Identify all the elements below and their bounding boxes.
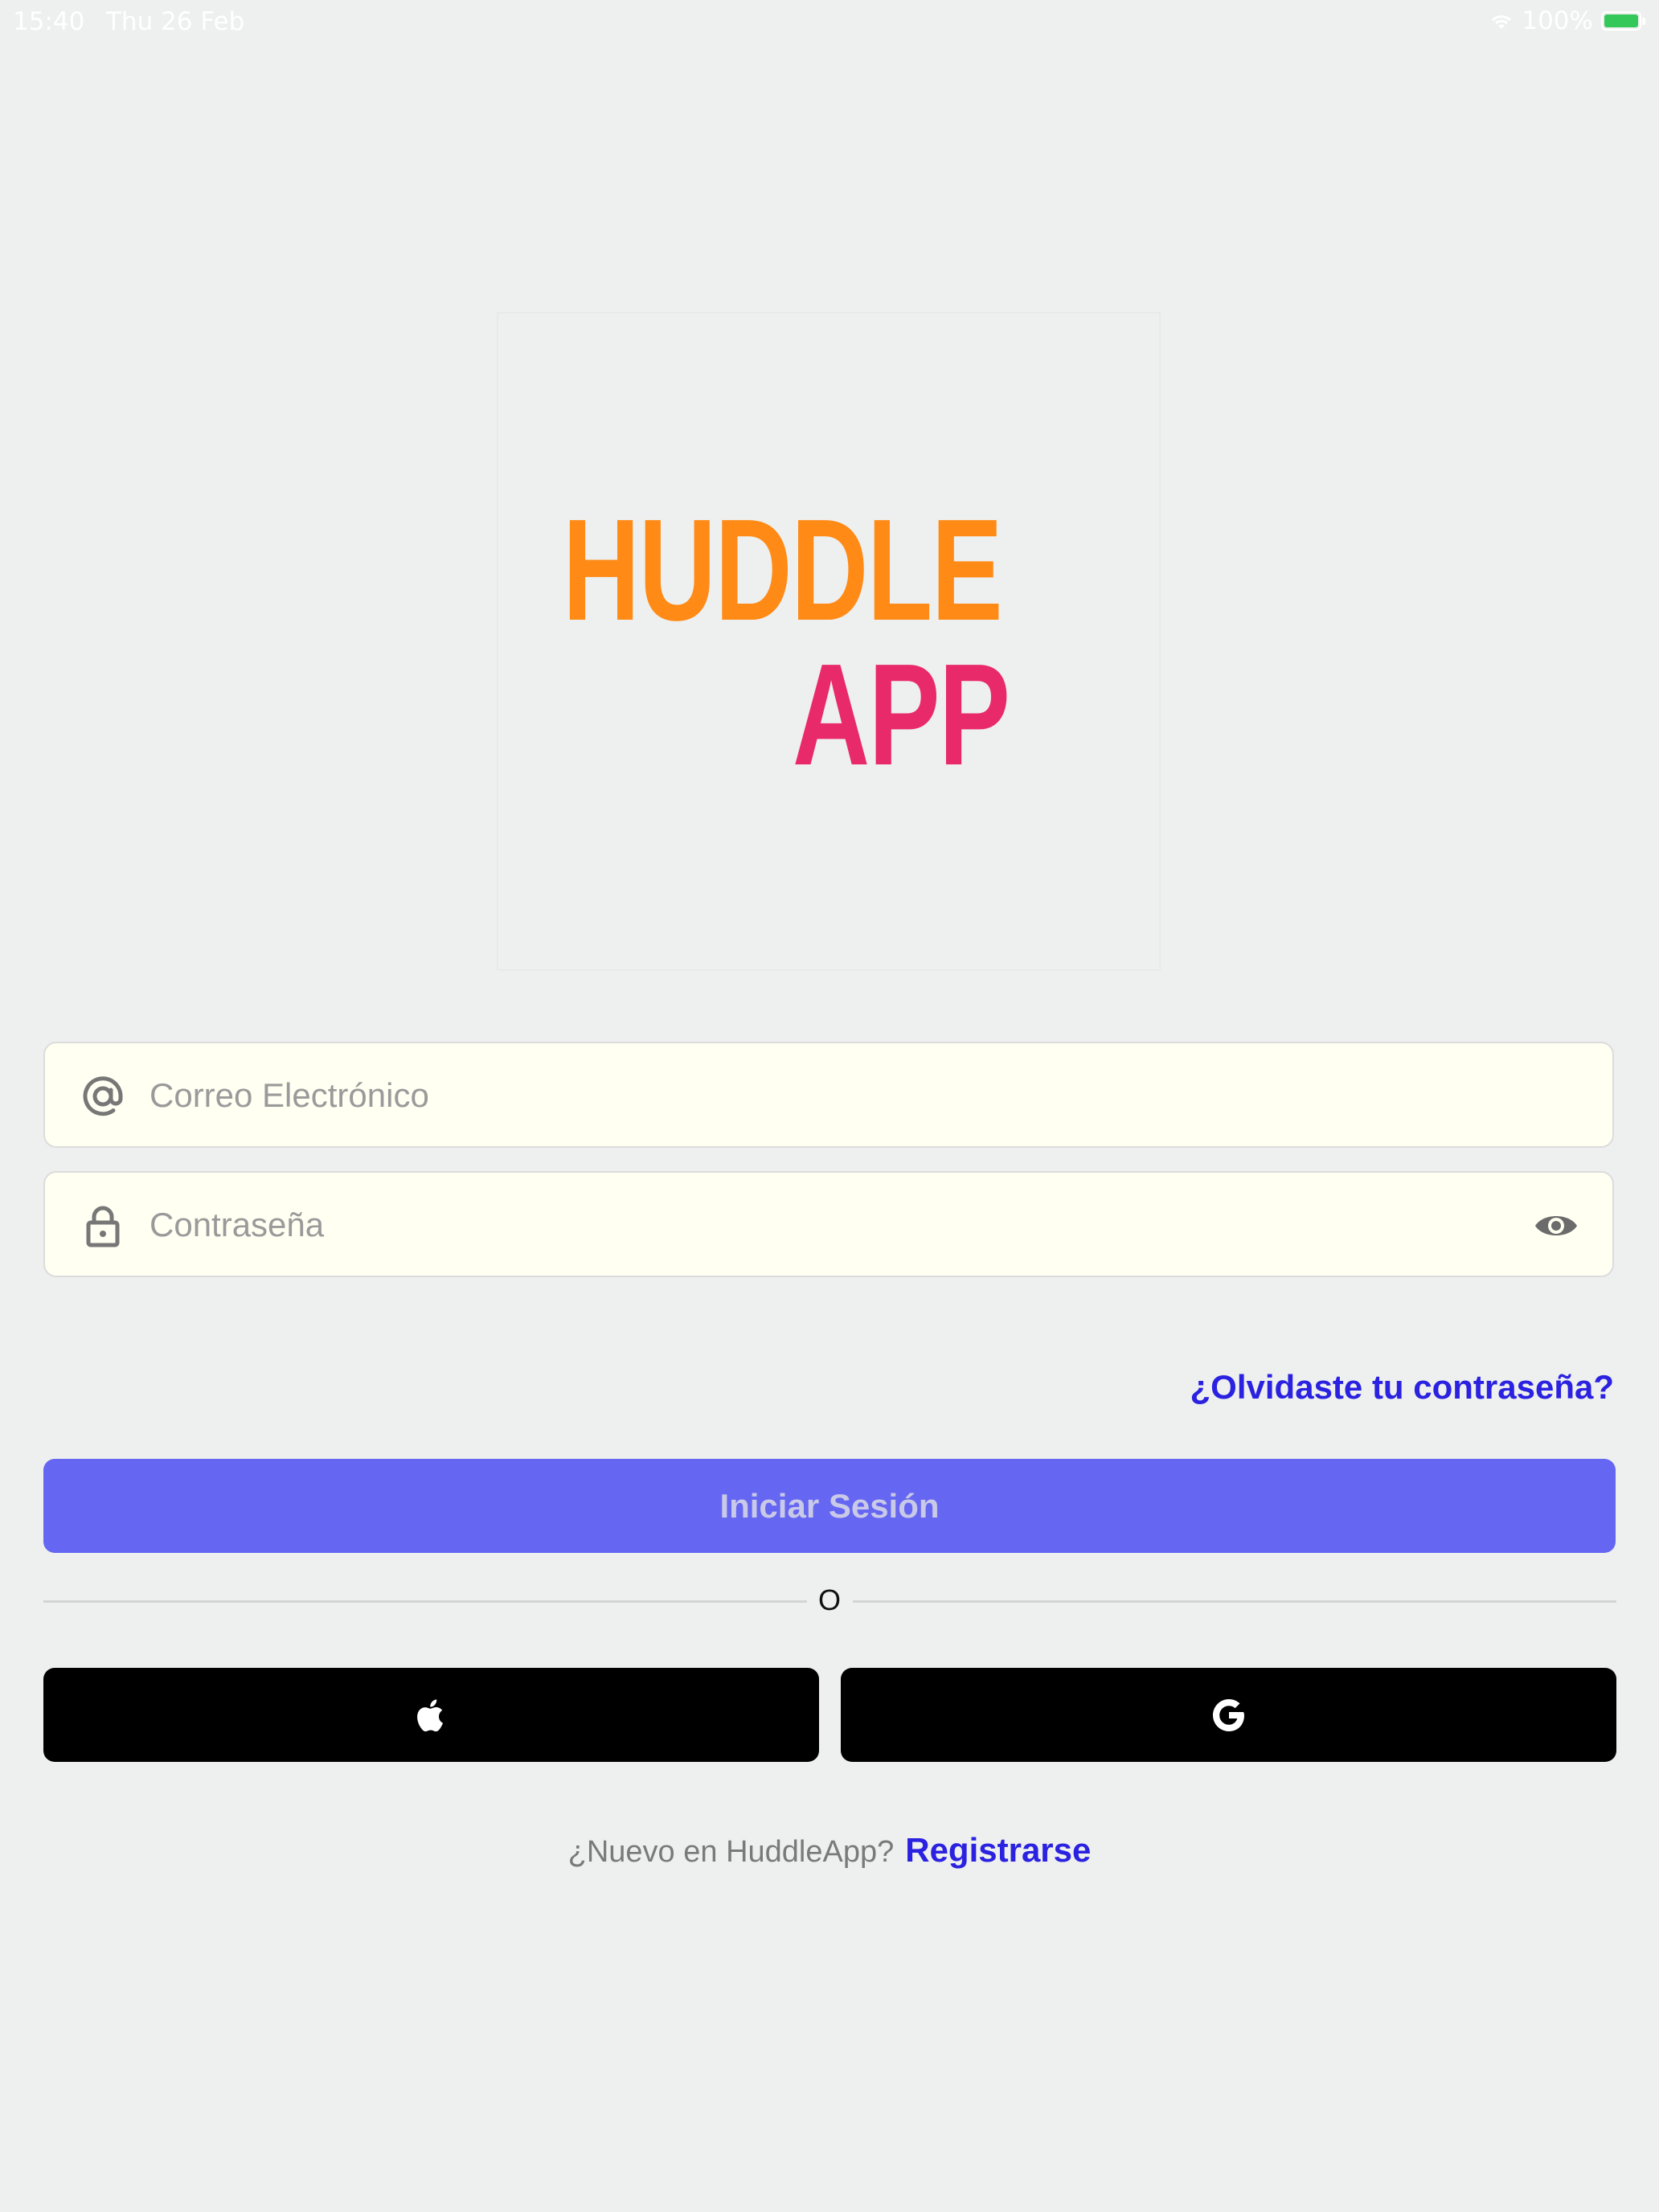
status-bar: 15:40 Thu 26 Feb 100% [0, 0, 1659, 45]
eye-icon[interactable] [1532, 1202, 1580, 1250]
login-button[interactable]: Iniciar Sesión [43, 1459, 1616, 1553]
battery-level [1604, 14, 1638, 27]
logo-app: APP [793, 634, 1010, 796]
lock-icon [86, 1206, 120, 1247]
register-row: ¿Nuevo en HuddleApp? Registrarse [0, 1831, 1659, 1870]
at-icon [83, 1076, 123, 1116]
battery-icon [1601, 11, 1645, 31]
password-input[interactable] [148, 1173, 1516, 1277]
email-input[interactable] [148, 1043, 1516, 1148]
apple-signin-button[interactable] [43, 1668, 819, 1762]
google-icon [1212, 1698, 1244, 1731]
register-prompt: ¿Nuevo en HuddleApp? [567, 1835, 895, 1869]
divider-line-left [43, 1600, 807, 1603]
password-field[interactable] [43, 1171, 1614, 1277]
wifi-icon [1492, 15, 1512, 29]
divider-line-right [853, 1600, 1616, 1603]
forgot-password-link[interactable]: ¿Olvidaste tu contraseña? [1190, 1368, 1614, 1407]
apple-icon [416, 1698, 443, 1731]
logo-huddle: HUDDLE [563, 490, 1003, 651]
status-indicators: 100% [1489, 6, 1645, 35]
battery-percentage: 100% [1522, 6, 1593, 35]
login-button-label: Iniciar Sesión [719, 1486, 940, 1525]
status-date: Thu 26 Feb [106, 7, 245, 36]
email-field[interactable] [43, 1042, 1614, 1148]
register-link[interactable]: Registrarse [905, 1831, 1091, 1870]
status-time: 15:40 [13, 7, 85, 36]
divider-label: O [817, 1583, 841, 1616]
google-signin-button[interactable] [841, 1668, 1616, 1762]
